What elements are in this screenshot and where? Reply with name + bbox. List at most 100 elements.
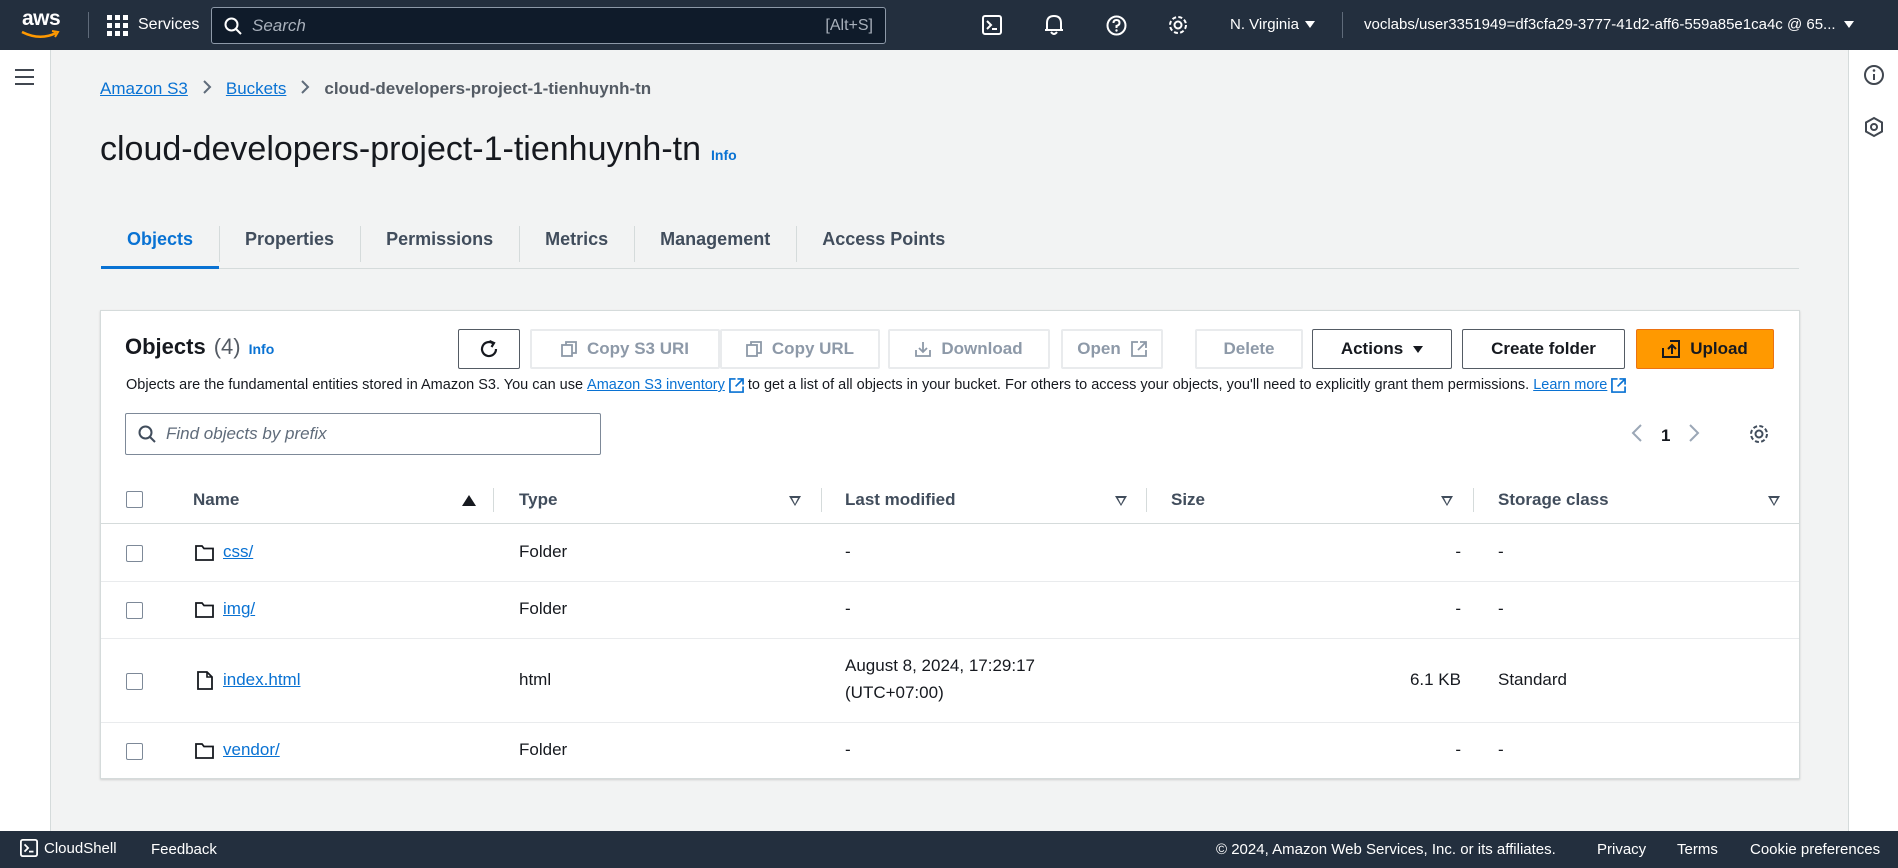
tab-metrics[interactable]: Metrics: [519, 212, 634, 267]
create-folder-button[interactable]: Create folder: [1462, 329, 1625, 369]
region-selector[interactable]: N. Virginia: [1230, 16, 1315, 33]
desc-text-after: to get a list of all objects in your buc…: [747, 377, 1530, 393]
table-row[interactable]: img/ Folder - - -: [101, 582, 1799, 639]
external-link-icon: [1611, 377, 1627, 393]
prefix-placeholder: Find objects by prefix: [166, 424, 327, 443]
sort-ascending-icon[interactable]: [462, 495, 476, 506]
services-label: Services: [138, 16, 200, 33]
folder-icon: [195, 602, 214, 618]
download-icon: [915, 342, 932, 357]
tab-access-points[interactable]: Access Points: [796, 212, 971, 267]
object-name-link[interactable]: img/: [223, 599, 255, 618]
s3-inventory-link[interactable]: Amazon S3 inventory: [587, 377, 725, 393]
column-header-size[interactable]: Size: [1171, 476, 1205, 524]
terms-link[interactable]: Terms: [1677, 841, 1718, 858]
sort-icon[interactable]: [1441, 496, 1453, 506]
object-name-link[interactable]: css/: [223, 542, 253, 561]
row-checkbox[interactable]: [126, 602, 143, 619]
refresh-button[interactable]: [458, 329, 520, 369]
object-storage-class: -: [1498, 599, 1504, 618]
copy-url-button[interactable]: Copy URL: [720, 329, 880, 369]
copy-s3-uri-button[interactable]: Copy S3 URI: [530, 329, 720, 369]
select-all-checkbox[interactable]: [126, 491, 143, 508]
search-icon: [138, 425, 156, 443]
global-search-input[interactable]: Search [Alt+S]: [211, 7, 886, 44]
copy-url-label: Copy URL: [771, 339, 855, 358]
current-page-number[interactable]: 1: [1661, 426, 1670, 446]
download-button[interactable]: Download: [888, 329, 1050, 369]
column-resizer[interactable]: [821, 488, 822, 512]
sort-icon[interactable]: [1768, 496, 1780, 506]
objects-info-link[interactable]: Info: [249, 341, 275, 357]
column-header-last-modified[interactable]: Last modified: [845, 476, 956, 524]
previous-page-icon[interactable]: [1631, 423, 1643, 449]
prefix-search-input[interactable]: Find objects by prefix: [125, 413, 601, 455]
column-header-name[interactable]: Name: [193, 476, 239, 524]
account-menu[interactable]: voclabs/user3351949=df3cfa29-3777-41d2-a…: [1364, 16, 1854, 33]
tab-management[interactable]: Management: [634, 212, 796, 267]
nav-divider: [1342, 12, 1343, 38]
breadcrumb-current: cloud-developers-project-1-tienhuynh-tn: [324, 79, 652, 98]
delete-button[interactable]: Delete: [1195, 329, 1303, 369]
object-size: 6.1 KB: [1409, 670, 1461, 689]
column-resizer[interactable]: [493, 488, 494, 512]
aws-logo[interactable]: aws: [16, 0, 76, 50]
account-label: voclabs/user3351949=df3cfa29-3777-41d2-a…: [1364, 16, 1836, 33]
row-checkbox[interactable]: [126, 545, 143, 562]
chevron-down-icon: [1413, 345, 1424, 353]
info-icon[interactable]: [1863, 64, 1885, 86]
object-last-modified: -: [845, 740, 851, 759]
column-header-type[interactable]: Type: [519, 476, 557, 524]
table-row[interactable]: index.html html August 8, 2024, 17:29:17…: [101, 639, 1799, 723]
table-preferences-gear-icon[interactable]: [1748, 423, 1770, 445]
settings-icon[interactable]: [1166, 13, 1190, 37]
object-size: -: [1455, 599, 1461, 618]
object-name-link[interactable]: index.html: [223, 670, 300, 689]
menu-icon[interactable]: [15, 69, 34, 90]
cookie-preferences-link[interactable]: Cookie preferences: [1750, 841, 1880, 858]
object-type: html: [519, 670, 552, 689]
search-placeholder: Search: [252, 15, 306, 35]
external-link-icon: [1130, 341, 1147, 357]
upload-button[interactable]: Upload: [1636, 329, 1774, 369]
next-page-icon[interactable]: [1688, 423, 1700, 449]
cloudshell-footer-button[interactable]: CloudShell: [20, 839, 117, 857]
create-folder-label: Create folder: [1491, 339, 1596, 358]
privacy-link[interactable]: Privacy: [1597, 841, 1646, 858]
cloudshell-icon: [20, 839, 38, 857]
row-checkbox[interactable]: [126, 743, 143, 760]
open-button[interactable]: Open: [1061, 329, 1163, 369]
object-storage-class: Standard: [1498, 670, 1567, 689]
actions-dropdown[interactable]: Actions: [1312, 329, 1452, 369]
column-resizer[interactable]: [1473, 488, 1474, 512]
feedback-link[interactable]: Feedback: [151, 841, 217, 858]
row-checkbox[interactable]: [126, 673, 143, 690]
cloudshell-icon[interactable]: [980, 13, 1004, 37]
object-name-link[interactable]: vendor/: [223, 740, 280, 759]
breadcrumb-buckets[interactable]: Buckets: [226, 79, 286, 99]
object-storage-class: -: [1498, 740, 1504, 759]
column-resizer[interactable]: [1146, 488, 1147, 512]
table-row[interactable]: vendor/ Folder - - -: [101, 723, 1799, 779]
breadcrumb: Amazon S3 Buckets cloud-developers-proje…: [100, 79, 651, 99]
bell-icon[interactable]: [1042, 13, 1066, 37]
learn-more-link[interactable]: Learn more: [1533, 377, 1607, 393]
table-row[interactable]: css/ Folder - - -: [101, 525, 1799, 582]
breadcrumb-amazon-s3[interactable]: Amazon S3: [100, 79, 188, 99]
tab-permissions[interactable]: Permissions: [360, 212, 519, 267]
chevron-right-icon: [202, 79, 212, 99]
feedback-hex-icon[interactable]: [1863, 116, 1885, 138]
sort-icon[interactable]: [1115, 496, 1127, 506]
services-grid-icon: [107, 14, 128, 36]
services-menu-button[interactable]: Services: [107, 14, 200, 36]
folder-icon: [195, 743, 214, 759]
page-info-link[interactable]: Info: [711, 147, 737, 163]
column-header-storage-class[interactable]: Storage class: [1498, 476, 1609, 524]
tab-objects[interactable]: Objects: [101, 212, 220, 269]
sort-icon[interactable]: [789, 496, 801, 506]
object-size: -: [1455, 542, 1461, 561]
help-icon[interactable]: [1104, 13, 1128, 37]
tab-properties[interactable]: Properties: [219, 212, 360, 267]
search-shortcut: [Alt+S]: [825, 16, 873, 34]
object-size: -: [1455, 740, 1461, 759]
